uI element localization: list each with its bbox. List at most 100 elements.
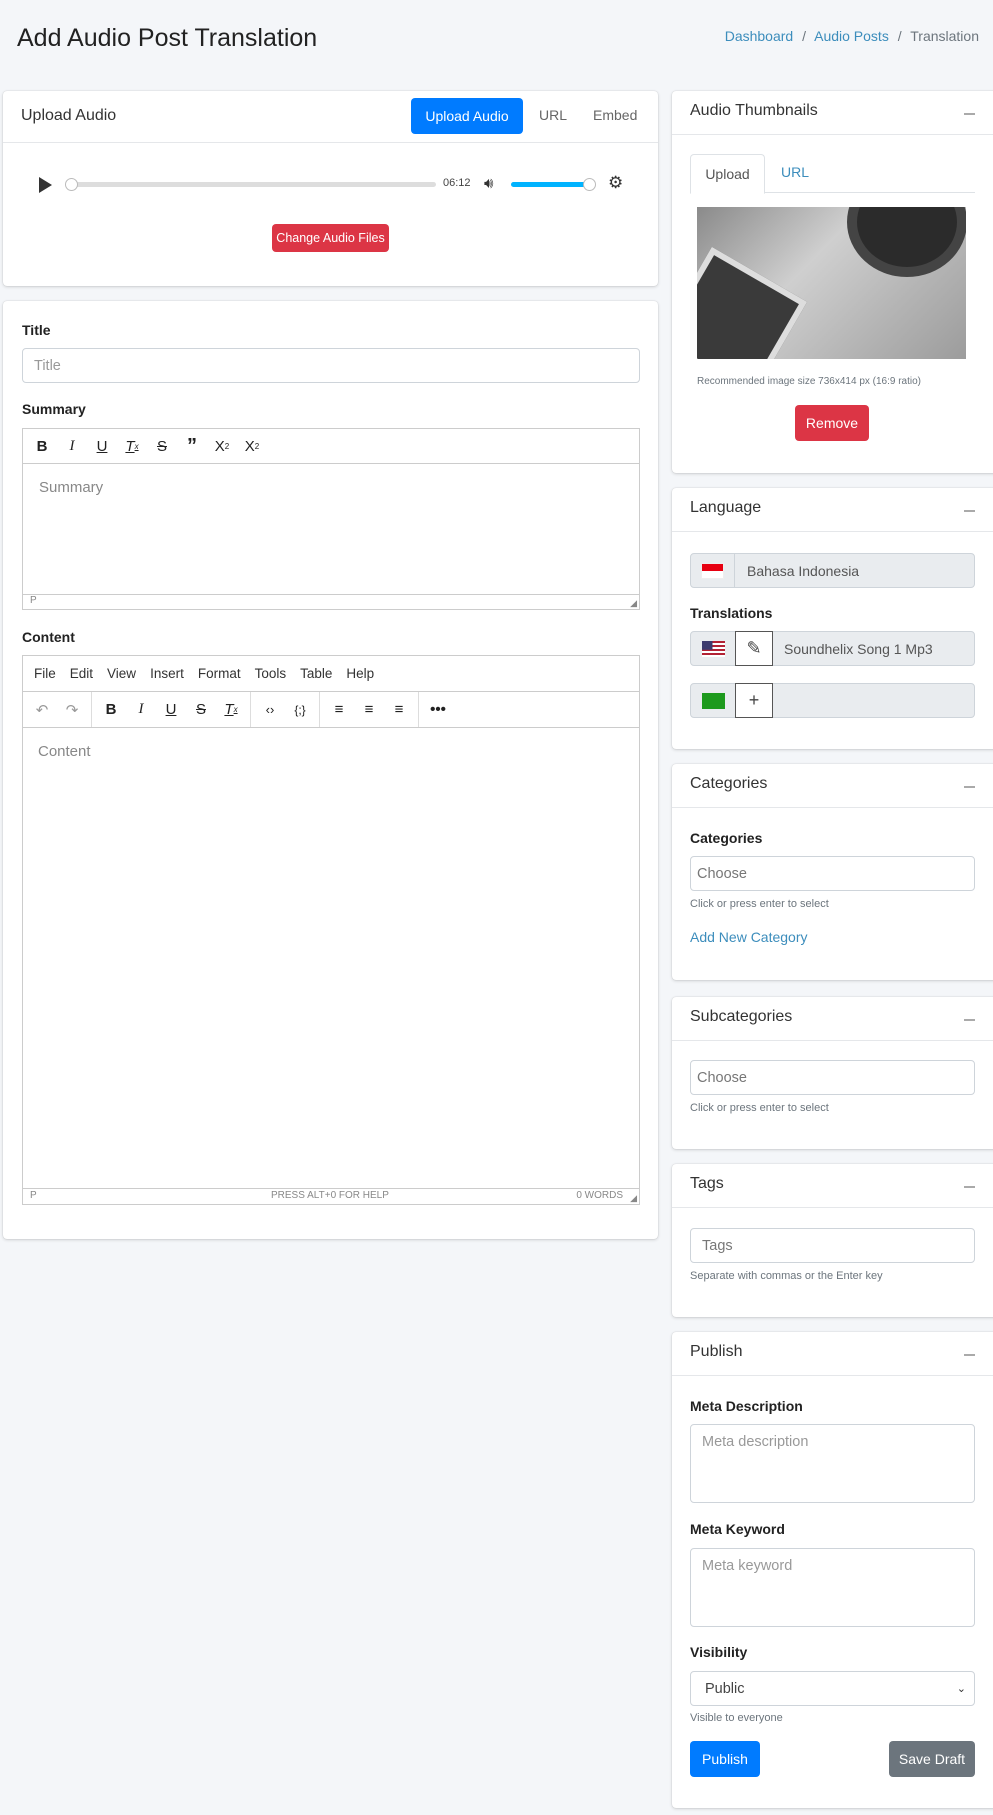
summary-editor: B I U Tx S ” X2 X2 Summary P ◢ [22, 428, 640, 610]
edit-translation-button[interactable]: ✎ [735, 630, 773, 666]
collapse-icon[interactable] [964, 1186, 975, 1188]
more-icon[interactable]: ••• [423, 692, 453, 727]
laptop-image [697, 246, 808, 359]
meta-keyword-label: Meta Keyword [690, 1521, 785, 1537]
breadcrumb-current: Translation [910, 28, 979, 44]
seek-handle[interactable] [65, 178, 78, 191]
seek-bar[interactable] [68, 182, 436, 187]
chevron-down-icon: ⌄ [956, 1683, 966, 1695]
content-editor: File Edit View Insert Format Tools Table… [22, 655, 640, 1205]
play-icon[interactable] [39, 177, 52, 193]
menu-edit[interactable]: Edit [70, 666, 93, 681]
content-toolbar: ↶ ↷ B I U S Tx ‹› {;} ≡ ≡ ≡ ••• [23, 692, 639, 728]
meta-description-textarea[interactable]: Meta description [690, 1424, 975, 1503]
translations-label: Translations [690, 605, 773, 621]
italic-icon[interactable]: I [126, 692, 156, 727]
visibility-help: Visible to everyone [690, 1712, 783, 1724]
volume-bar[interactable] [511, 182, 589, 187]
resize-handle-icon[interactable]: ◢ [630, 1193, 637, 1204]
settings-gear-icon[interactable]: ⚙ [608, 173, 623, 193]
volume-icon[interactable]: 🔊︎ [484, 175, 493, 192]
add-new-category-link[interactable]: Add New Category [690, 929, 808, 945]
tab-upload[interactable]: Upload [690, 154, 765, 194]
thumbnail-tabs: Upload URL [690, 154, 975, 194]
visibility-label: Visibility [690, 1644, 748, 1660]
subscript-icon[interactable]: X2 [237, 429, 267, 463]
add-translation-button[interactable]: + [735, 682, 773, 718]
collapse-icon[interactable] [964, 786, 975, 788]
title-input[interactable]: Title [22, 348, 640, 383]
publish-button[interactable]: Publish [690, 1741, 760, 1777]
redo-icon[interactable]: ↷ [57, 692, 87, 727]
clear-format-icon[interactable]: Tx [216, 692, 246, 727]
remove-thumbnail-button[interactable]: Remove [795, 405, 869, 441]
breadcrumb-separator: / [802, 28, 806, 44]
breadcrumb-dashboard[interactable]: Dashboard [725, 28, 794, 44]
align-center-icon[interactable]: ≡ [354, 692, 384, 727]
summary-statusbar: P ◢ [23, 594, 639, 609]
language-card: Language Bahasa Indonesia Translations ✎… [672, 488, 993, 749]
code-icon[interactable]: ‹› [255, 692, 285, 727]
card-title: Upload Audio [21, 107, 117, 124]
collapse-icon[interactable] [964, 1354, 975, 1356]
content-status-help: PRESS ALT+0 FOR HELP [271, 1190, 389, 1201]
current-language-value: Bahasa Indonesia [747, 562, 860, 579]
card-title: Publish [690, 1343, 743, 1360]
italic-icon[interactable]: I [57, 429, 87, 463]
clear-format-icon[interactable]: Tx [117, 429, 147, 463]
subcategories-select[interactable]: Choose [690, 1060, 975, 1095]
undo-icon[interactable]: ↶ [27, 692, 57, 727]
subcategories-help: Click or press enter to select [690, 1102, 829, 1114]
volume-handle[interactable] [583, 178, 596, 191]
visibility-select[interactable]: Public ⌄ [690, 1671, 975, 1706]
categories-select[interactable]: Choose [690, 856, 975, 891]
code-sample-icon[interactable]: {;} [285, 692, 315, 727]
breadcrumb-audio-posts[interactable]: Audio Posts [814, 28, 889, 44]
tags-card: Tags Tags Separate with commas or the En… [672, 1164, 993, 1317]
resize-handle-icon[interactable]: ◢ [630, 598, 637, 609]
translation-row: + [690, 682, 975, 718]
page-title: Add Audio Post Translation [17, 24, 318, 52]
indonesia-flag-icon [701, 562, 724, 579]
menu-tools[interactable]: Tools [255, 666, 287, 681]
summary-textarea[interactable]: Summary [23, 464, 639, 594]
menu-format[interactable]: Format [198, 666, 241, 681]
tab-url[interactable]: URL [539, 107, 567, 123]
strikethrough-icon[interactable]: S [147, 429, 177, 463]
underline-icon[interactable]: U [156, 692, 186, 727]
align-right-icon[interactable]: ≡ [384, 692, 414, 727]
menu-insert[interactable]: Insert [150, 666, 184, 681]
superscript-icon[interactable]: X2 [207, 429, 237, 463]
menu-table[interactable]: Table [300, 666, 332, 681]
collapse-icon[interactable] [964, 510, 975, 512]
collapse-icon[interactable] [964, 1019, 975, 1021]
card-title: Audio Thumbnails [690, 102, 818, 119]
bold-icon[interactable]: B [27, 429, 57, 463]
blockquote-icon[interactable]: ” [177, 429, 207, 463]
current-language: Bahasa Indonesia [690, 553, 975, 588]
content-textarea[interactable]: Content [23, 728, 639, 1188]
content-status-path: P [30, 1190, 37, 1201]
tags-input[interactable]: Tags [690, 1228, 975, 1263]
collapse-icon[interactable] [964, 113, 975, 115]
menu-help[interactable]: Help [346, 666, 374, 681]
summary-status-path: P [30, 595, 37, 606]
tab-url[interactable]: URL [781, 164, 809, 180]
underline-icon[interactable]: U [87, 429, 117, 463]
summary-label: Summary [22, 401, 86, 417]
translation-value: Soundhelix Song 1 Mp3 [784, 640, 933, 657]
bold-icon[interactable]: B [96, 692, 126, 727]
subcategories-card: Subcategories Choose Click or press ente… [672, 997, 993, 1149]
change-audio-files-button[interactable]: Change Audio Files [272, 224, 389, 252]
card-title: Language [690, 499, 762, 516]
strikethrough-icon[interactable]: S [186, 692, 216, 727]
pencil-icon: ✎ [746, 637, 762, 658]
save-draft-button[interactable]: Save Draft [889, 1741, 975, 1777]
tab-upload-audio[interactable]: Upload Audio [411, 98, 523, 134]
align-left-icon[interactable]: ≡ [324, 692, 354, 727]
menu-file[interactable]: File [34, 666, 56, 681]
tab-embed[interactable]: Embed [593, 107, 637, 123]
menu-view[interactable]: View [107, 666, 136, 681]
meta-keyword-textarea[interactable]: Meta keyword [690, 1548, 975, 1627]
saudi-arabia-flag-icon [701, 692, 725, 709]
